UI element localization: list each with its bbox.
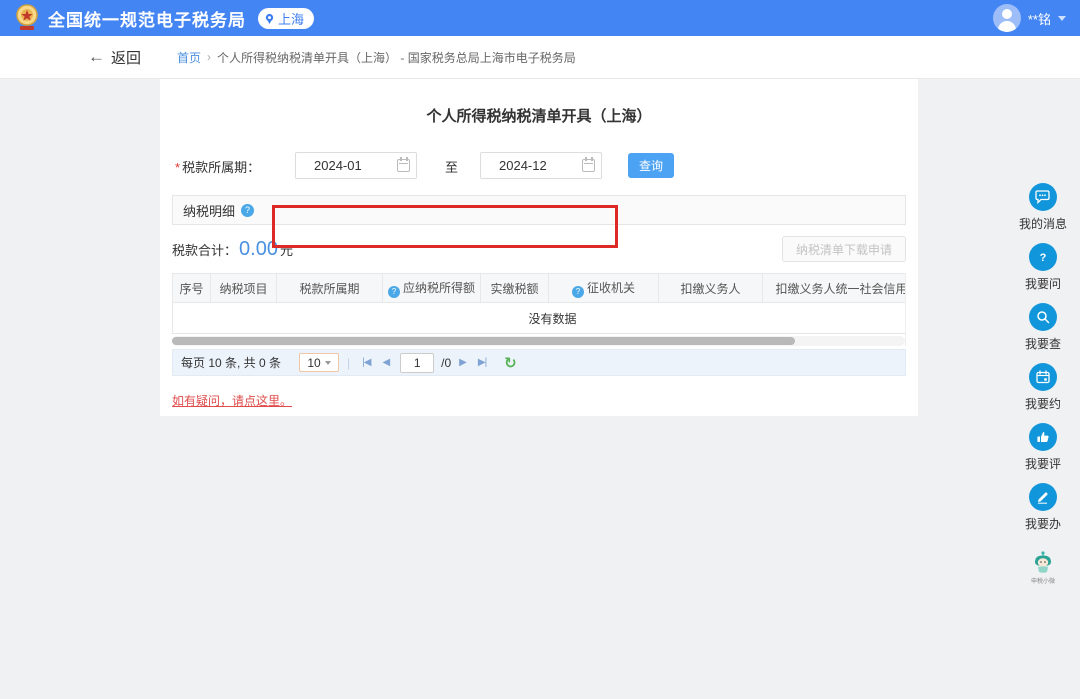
user-avatar	[993, 4, 1021, 32]
question-help-link[interactable]: 如有疑问，请点这里。	[172, 392, 292, 409]
refresh-icon[interactable]: ↻	[504, 354, 517, 372]
sidebar-item-review[interactable]: 我要评	[1025, 423, 1061, 472]
mascot-assistant[interactable]: 申税小微	[1030, 549, 1056, 585]
col-header-withholding-agent: 扣缴义务人	[659, 274, 763, 303]
user-menu[interactable]: **铭	[993, 4, 1066, 32]
location-label: 上海	[278, 9, 304, 28]
query-button[interactable]: 查询	[628, 153, 674, 178]
empty-state-text: 没有数据	[173, 303, 907, 334]
total-row: 税款合计： 0.00 元 纳税清单下载申请	[172, 227, 906, 271]
location-pin-icon	[264, 13, 275, 24]
help-icon[interactable]: ?	[241, 204, 254, 217]
query-form-row: *税款所属期： 2024-01 至 2024-12 查询	[160, 144, 918, 187]
period-start-value: 2024-01	[314, 158, 397, 173]
to-label: 至	[445, 157, 458, 176]
breadcrumb-home-link[interactable]: 首页	[177, 49, 201, 66]
calendar-icon	[1029, 363, 1057, 391]
sidebar-item-label: 我要约	[1025, 395, 1061, 412]
sidebar-item-label: 我的消息	[1019, 215, 1067, 232]
col-header-tax-paid: 实缴税额	[481, 274, 549, 303]
calendar-icon[interactable]	[582, 159, 595, 172]
col-header-index: 序号	[173, 274, 211, 303]
help-icon[interactable]: ?	[388, 286, 400, 298]
scrollbar-thumb[interactable]	[172, 337, 795, 345]
col-header-authority: ?征收机关	[549, 274, 659, 303]
quick-action-sidebar: 我的消息 ? 我要问 我要查 我要约 我要评 我要办	[1012, 183, 1074, 585]
chevron-down-icon	[1058, 16, 1066, 21]
pager-divider: |	[347, 356, 350, 370]
search-icon	[1029, 303, 1057, 331]
period-end-value: 2024-12	[499, 158, 582, 173]
back-arrow-icon: ←	[88, 47, 105, 67]
sidebar-item-handle[interactable]: 我要办	[1025, 483, 1061, 532]
svg-text:?: ?	[1040, 252, 1047, 264]
back-label: 返回	[111, 47, 141, 68]
total-pages-label: /0	[441, 356, 451, 370]
top-header-bar: 全国统一规范电子税务局 上海 **铭	[0, 0, 1080, 36]
sidebar-item-label: 我要办	[1025, 515, 1061, 532]
sidebar-item-appointment[interactable]: 我要约	[1025, 363, 1061, 412]
edit-icon	[1029, 483, 1057, 511]
message-icon	[1029, 183, 1057, 211]
calendar-icon[interactable]	[397, 159, 410, 172]
detail-section-header: 纳税明细 ?	[172, 195, 906, 225]
sidebar-item-search[interactable]: 我要查	[1025, 303, 1061, 352]
total-unit: 元	[280, 240, 293, 259]
mascot-icon	[1030, 549, 1056, 575]
page-size-select[interactable]: 10	[299, 353, 339, 372]
download-list-button[interactable]: 纳税清单下载申请	[782, 236, 906, 262]
user-name: **铭	[1028, 9, 1051, 28]
prev-page-button[interactable]: ◀	[378, 357, 393, 368]
horizontal-scrollbar[interactable]	[172, 336, 905, 346]
breadcrumb-separator: ›	[207, 50, 211, 64]
breadcrumb-bar: ← 返回 首页 › 个人所得税纳税清单开具（上海） - 国家税务总局上海市电子税…	[0, 36, 1080, 79]
sidebar-item-label: 我要查	[1025, 335, 1061, 352]
total-value: 0.00	[239, 238, 278, 261]
help-icon[interactable]: ?	[572, 286, 584, 298]
sidebar-item-label: 我要评	[1025, 455, 1061, 472]
pagination-summary: 每页 10 条, 共 0 条	[181, 354, 281, 371]
page-title: 个人所得税纳税清单开具（上海）	[160, 105, 918, 126]
col-header-tax-item: 纳税项目	[211, 274, 277, 303]
praise-icon	[1029, 423, 1057, 451]
period-start-input[interactable]: 2024-01	[295, 152, 417, 179]
detail-table: 序号 纳税项目 税款所属期 ?应纳税所得额 实缴税额 ?征收机关 扣缴义务人 扣…	[172, 273, 906, 346]
pagination-bar: 每页 10 条, 共 0 条 10 | |◀ ◀ /0 ▶ ▶| ↻	[172, 349, 906, 376]
back-button[interactable]: ← 返回	[88, 47, 141, 68]
required-mark: *	[175, 160, 180, 175]
table-empty-row: 没有数据	[173, 303, 907, 334]
tax-emblem-logo	[14, 4, 40, 32]
total-label: 税款合计：	[172, 240, 237, 259]
sidebar-item-messages[interactable]: 我的消息	[1019, 183, 1067, 232]
last-page-button[interactable]: ▶|	[474, 357, 490, 368]
mascot-label: 申税小微	[1031, 576, 1055, 585]
period-label: *税款所属期：	[175, 157, 260, 176]
question-icon: ?	[1029, 243, 1057, 271]
location-selector[interactable]: 上海	[258, 8, 314, 29]
chevron-down-icon	[325, 361, 331, 365]
col-header-taxable-income: ?应纳税所得额	[383, 274, 481, 303]
first-page-button[interactable]: |◀	[358, 357, 374, 368]
app-title: 全国统一规范电子税务局	[48, 6, 246, 31]
main-content-card: 个人所得税纳税清单开具（上海） *税款所属期： 2024-01 至 2024-1…	[160, 79, 918, 416]
next-page-button[interactable]: ▶	[455, 357, 470, 368]
detail-section-title: 纳税明细	[183, 201, 235, 220]
sidebar-item-ask[interactable]: ? 我要问	[1025, 243, 1061, 292]
table-header-row: 序号 纳税项目 税款所属期 ?应纳税所得额 实缴税额 ?征收机关 扣缴义务人 扣…	[173, 274, 907, 303]
breadcrumb-current: 个人所得税纳税清单开具（上海） - 国家税务总局上海市电子税务局	[217, 49, 576, 66]
page-size-value: 10	[307, 356, 320, 370]
page-number-input[interactable]	[400, 353, 434, 373]
breadcrumb: 首页 › 个人所得税纳税清单开具（上海） - 国家税务总局上海市电子税务局	[177, 49, 576, 66]
col-header-credit-code: 扣缴义务人统一社会信用码	[763, 274, 907, 303]
period-end-input[interactable]: 2024-12	[480, 152, 602, 179]
sidebar-item-label: 我要问	[1025, 275, 1061, 292]
col-header-period: 税款所属期	[277, 274, 383, 303]
